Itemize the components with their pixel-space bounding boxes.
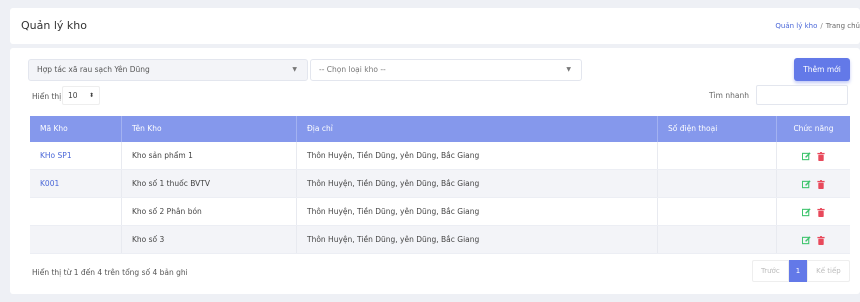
- breadcrumb-separator: /: [820, 22, 823, 30]
- column-header-code[interactable]: Mã Kho: [30, 116, 122, 142]
- warehouse-name: Kho sản phẩm 1: [122, 142, 297, 169]
- edit-icon[interactable]: [801, 179, 811, 189]
- warehouse-address: Thôn Huyện, Tiền Dũng, yên Dũng, Bắc Gia…: [297, 142, 658, 169]
- trash-icon[interactable]: [817, 151, 825, 161]
- chevron-down-icon: ▼: [292, 66, 297, 73]
- breadcrumb-link-kho[interactable]: Quản lý kho: [775, 22, 817, 30]
- up-down-icon: ⬍: [88, 92, 94, 99]
- warehouse-type-select-value: -- Chọn loại kho --: [319, 65, 386, 74]
- warehouse-address: Thôn Huyện, Tiền Dũng, yên Dũng, Bắc Gia…: [297, 170, 658, 197]
- trash-icon[interactable]: [817, 179, 825, 189]
- warehouse-code-link[interactable]: K001: [30, 170, 122, 197]
- quick-search-label: Tìm nhanh: [709, 91, 749, 100]
- warehouse-code-link[interactable]: KHo SP1: [30, 142, 122, 169]
- breadcrumb: Quản lý kho / Trang chủ: [775, 22, 860, 30]
- edit-icon[interactable]: [801, 235, 811, 245]
- cooperative-select[interactable]: Hợp tác xã rau sạch Yên Dũng ▼: [28, 59, 308, 81]
- column-header-name[interactable]: Tên Kho: [122, 116, 297, 142]
- page-size-select[interactable]: 10 ⬍: [62, 86, 100, 105]
- warehouse-phone: [658, 198, 777, 225]
- warehouse-address: Thôn Huyện, Tiền Dũng, yên Dũng, Bắc Gia…: [297, 226, 658, 253]
- warehouse-name: Kho số 3: [122, 226, 297, 253]
- pagination-next-button[interactable]: Kế tiếp: [807, 260, 850, 282]
- warehouse-code-link[interactable]: [30, 226, 122, 253]
- warehouse-address: Thôn Huyện, Tiền Dũng, yên Dũng, Bắc Gia…: [297, 198, 658, 225]
- warehouse-code-link[interactable]: [30, 198, 122, 225]
- table-header: Mã Kho Tên Kho Địa chỉ Số điện thoại Chứ…: [30, 116, 850, 142]
- quick-search-input[interactable]: [756, 85, 848, 105]
- table-row: KHo SP1 Kho sản phẩm 1 Thôn Huyện, Tiền …: [30, 142, 850, 170]
- trash-icon[interactable]: [817, 207, 825, 217]
- edit-icon[interactable]: [801, 207, 811, 217]
- pagination-page-1[interactable]: 1: [788, 260, 808, 282]
- breadcrumb-current: Trang chủ: [825, 22, 860, 30]
- chevron-down-icon: ▼: [566, 66, 571, 73]
- table-row: Kho số 2 Phân bón Thôn Huyện, Tiền Dũng,…: [30, 198, 850, 226]
- page-title: Quản lý kho: [21, 19, 87, 32]
- warehouse-phone: [658, 142, 777, 169]
- column-header-phone[interactable]: Số điện thoại: [658, 116, 777, 142]
- warehouse-phone: [658, 226, 777, 253]
- warehouse-type-select[interactable]: -- Chọn loại kho -- ▼: [310, 59, 582, 81]
- cooperative-select-value: Hợp tác xã rau sạch Yên Dũng: [37, 65, 150, 74]
- row-actions: [777, 198, 850, 225]
- pagination-prev-button[interactable]: Trước: [752, 260, 789, 282]
- warehouse-table: Mã Kho Tên Kho Địa chỉ Số điện thoại Chứ…: [30, 116, 850, 254]
- row-actions: [777, 226, 850, 253]
- column-header-address[interactable]: Địa chỉ: [297, 116, 658, 142]
- warehouse-panel: Hợp tác xã rau sạch Yên Dũng ▼ -- Chọn l…: [10, 48, 860, 294]
- warehouse-name: Kho số 2 Phân bón: [122, 198, 297, 225]
- add-new-button[interactable]: Thêm mới: [794, 58, 850, 81]
- column-header-actions: Chức năng: [793, 124, 834, 133]
- edit-icon[interactable]: [801, 151, 811, 161]
- page-size-value: 10: [68, 91, 78, 100]
- warehouse-phone: [658, 170, 777, 197]
- page-header: Quản lý kho Quản lý kho / Trang chủ: [10, 8, 860, 44]
- table-row: Kho số 3 Thôn Huyện, Tiền Dũng, yên Dũng…: [30, 226, 850, 254]
- pagination: Trước 1 Kế tiếp: [752, 260, 850, 282]
- show-entries-label: Hiển thị: [32, 92, 62, 101]
- trash-icon[interactable]: [817, 235, 825, 245]
- row-actions: [777, 170, 850, 197]
- warehouse-name: Kho số 1 thuốc BVTV: [122, 170, 297, 197]
- row-actions: [777, 142, 850, 169]
- table-row: K001 Kho số 1 thuốc BVTV Thôn Huyện, Tiề…: [30, 170, 850, 198]
- pagination-summary: Hiển thị từ 1 đến 4 trên tổng số 4 bản g…: [32, 268, 188, 277]
